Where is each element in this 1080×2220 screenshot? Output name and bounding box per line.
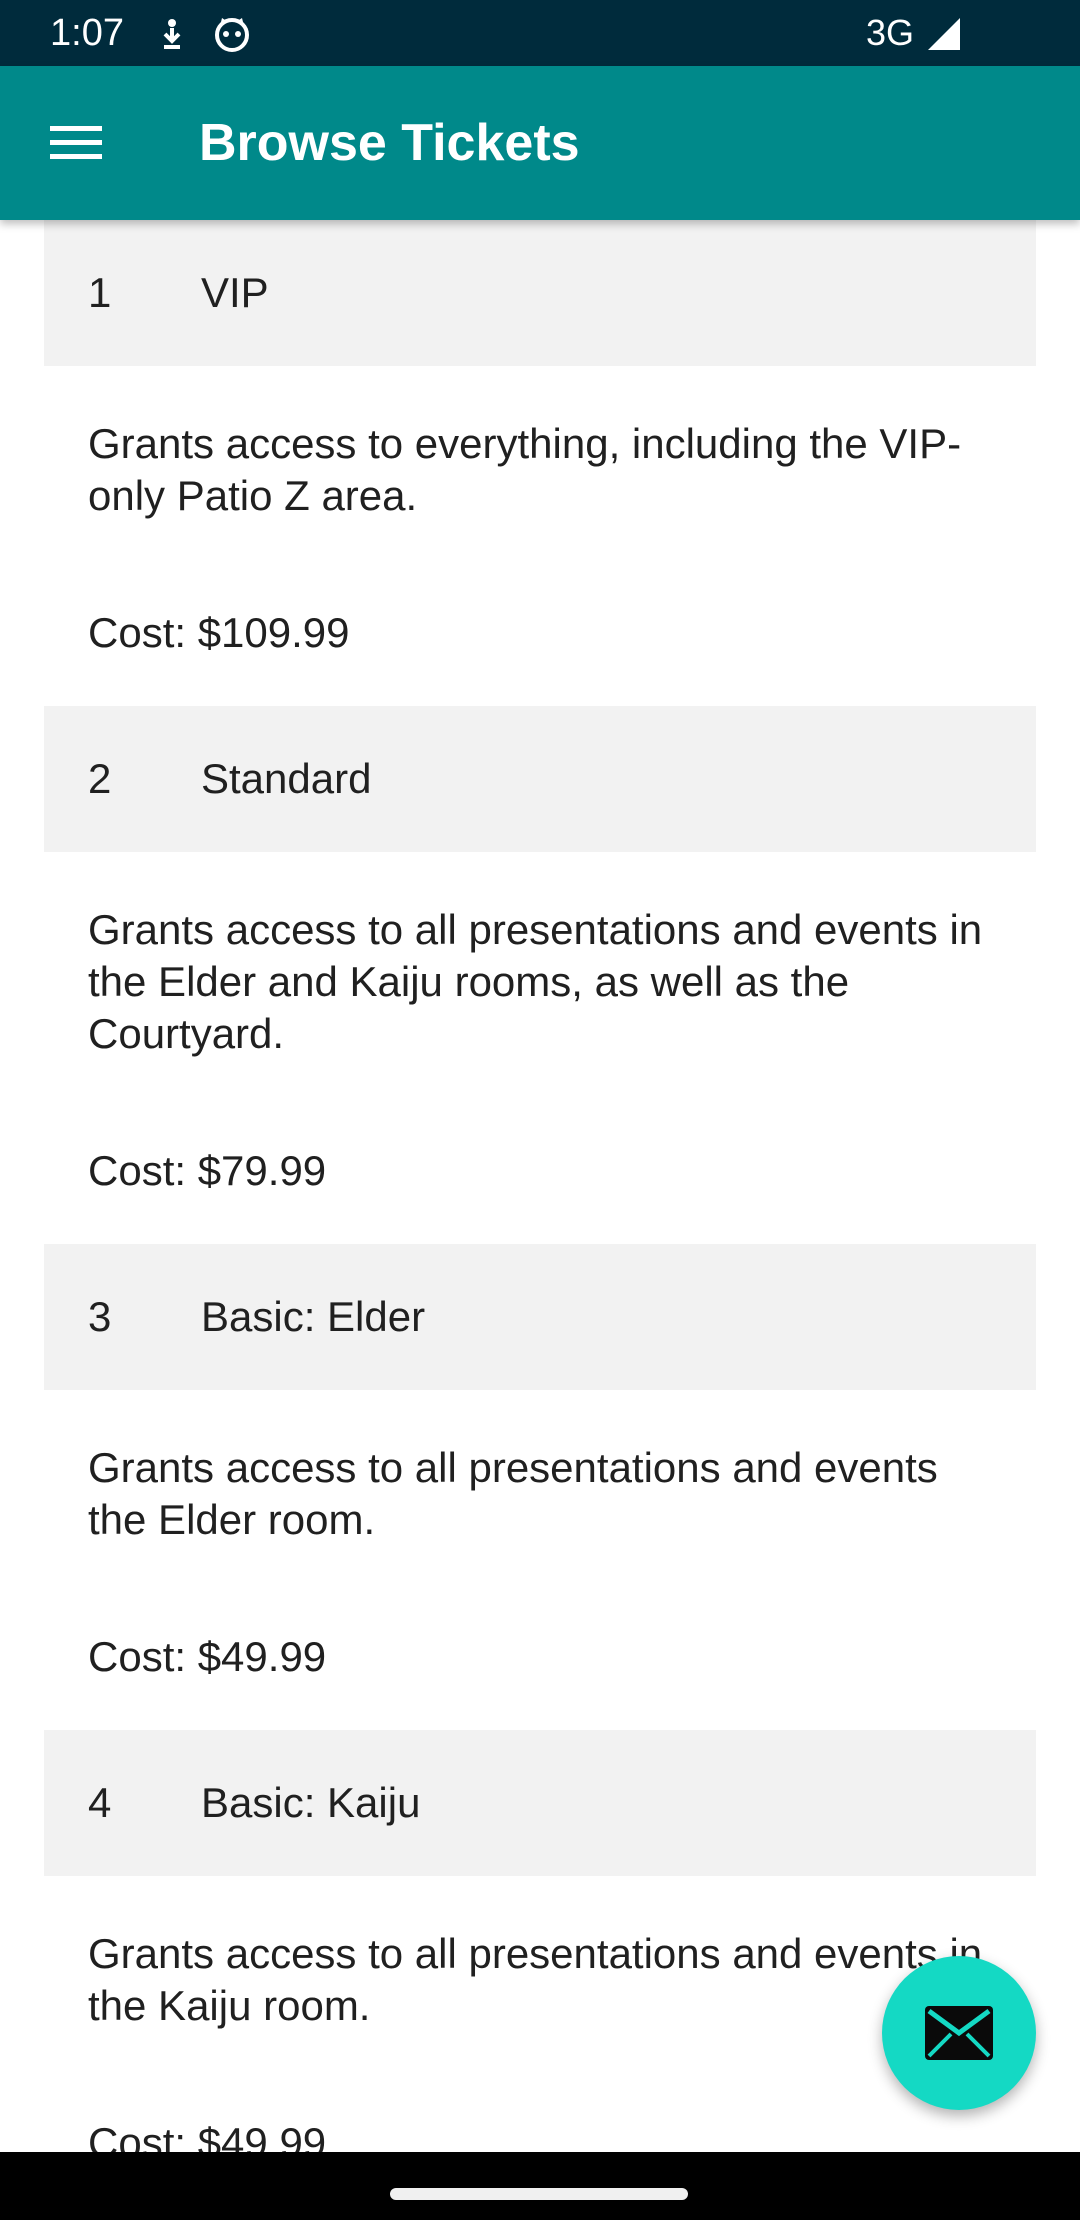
download-notification-icon	[152, 14, 192, 54]
status-bar: 1:07 3G	[0, 0, 1080, 66]
menu-button[interactable]	[30, 108, 124, 178]
ticket-description: Grants access to all presentations and e…	[88, 1444, 938, 1543]
ticket-name: Basic: Kaiju	[201, 1779, 421, 1826]
envelope-icon	[925, 2006, 993, 2060]
ticket-header[interactable]: 3 Basic: Elder	[44, 1244, 1036, 1390]
ticket-cost: Cost: $109.99	[88, 609, 350, 656]
ticket-cost: Cost: $79.99	[88, 1147, 327, 1194]
navigation-bar	[0, 2152, 1080, 2220]
ticket-header[interactable]: 4 Basic: Kaiju	[44, 1730, 1036, 1876]
ticket-header[interactable]: 2 Standard	[44, 706, 1036, 852]
ticket-name: Basic: Elder	[201, 1293, 426, 1340]
page-title: Browse Tickets	[199, 114, 580, 172]
ticket-description: Grants access to everything, including t…	[88, 420, 962, 519]
ticket-name: VIP	[201, 269, 269, 316]
email-fab-button[interactable]	[882, 1956, 1036, 2110]
network-type: 3G	[866, 12, 915, 53]
ticket-id: 3	[88, 1293, 112, 1340]
ticket-list[interactable]: 1 VIP Grants access to everything, inclu…	[0, 220, 1080, 2216]
hamburger-menu-icon	[50, 126, 102, 159]
cat-face-icon	[212, 14, 252, 54]
ticket-id: 1	[88, 269, 112, 316]
status-time: 1:07	[50, 12, 124, 54]
screen: 1:07 3G Browse Tickets 1 VIP Grants acce…	[0, 0, 1080, 2220]
app-bar: Browse Tickets	[0, 66, 1080, 220]
ticket-description: Grants access to all presentations and e…	[88, 906, 983, 1057]
ticket-header[interactable]: 1 VIP	[44, 220, 1036, 366]
home-gesture-handle[interactable]	[390, 2188, 688, 2200]
ticket-name: Standard	[201, 755, 372, 802]
ticket-item[interactable]: 2 Standard Grants access to all presenta…	[0, 706, 1080, 1244]
ticket-item[interactable]: 1 VIP Grants access to everything, inclu…	[0, 220, 1080, 706]
cell-signal-icon	[924, 14, 964, 54]
ticket-id: 2	[88, 755, 112, 802]
ticket-id: 4	[88, 1779, 112, 1826]
ticket-item[interactable]: 3 Basic: Elder Grants access to all pres…	[0, 1244, 1080, 1730]
ticket-cost: Cost: $49.99	[88, 1633, 327, 1680]
